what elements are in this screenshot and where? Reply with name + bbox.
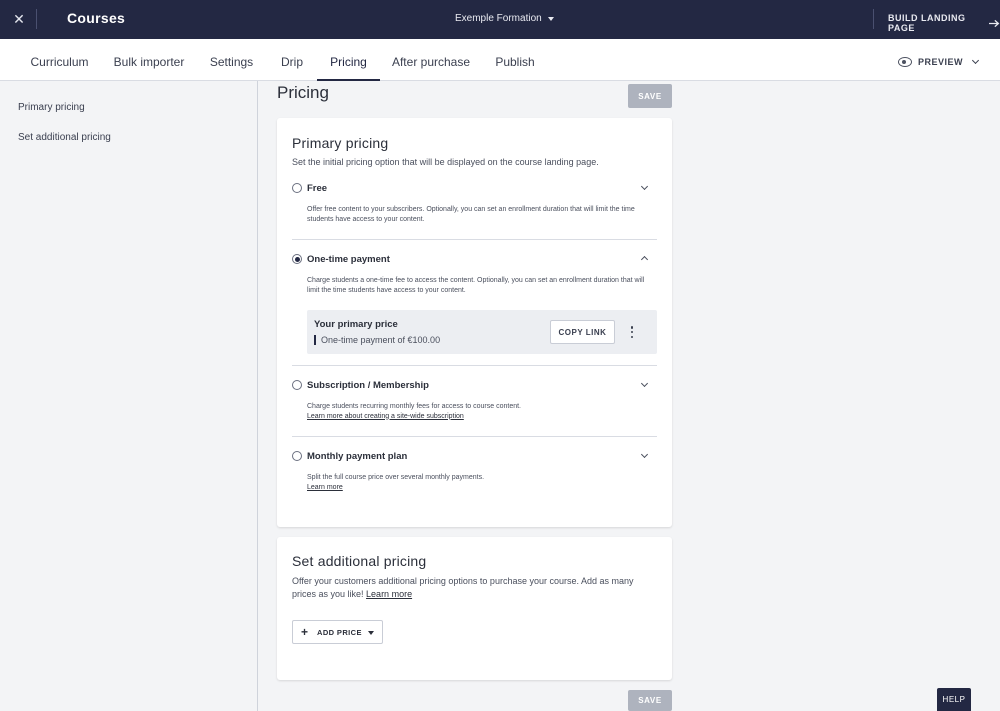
primary-pricing-heading: Primary pricing: [292, 135, 389, 151]
top-bar: ✕ Courses Exemple Formation BUILD LANDIN…: [0, 0, 1000, 39]
tab-settings[interactable]: Settings: [200, 39, 263, 81]
chevron-down-icon: [971, 56, 980, 65]
build-landing-page-label: BUILD LANDING PAGE: [888, 13, 966, 33]
tab-curriculum[interactable]: Curriculum: [18, 39, 101, 81]
save-button[interactable]: SAVE: [628, 84, 672, 108]
subscription-radio[interactable]: [292, 380, 302, 390]
caret-down-icon: [368, 631, 374, 635]
app-title: Courses: [67, 10, 126, 26]
course-selector[interactable]: Exemple Formation: [455, 13, 554, 24]
one-time-description: Charge students a one-time fee to access…: [307, 277, 645, 294]
chevron-down-icon[interactable]: [640, 182, 649, 191]
subscription-label[interactable]: Subscription / Membership: [307, 380, 429, 391]
eye-icon: [898, 57, 912, 67]
free-description: Offer free content to your subscribers. …: [307, 206, 635, 223]
subscription-description-text: Charge students recurring monthly fees f…: [307, 403, 521, 410]
primary-price-title: Your primary price: [314, 319, 398, 330]
one-time-radio[interactable]: [292, 254, 302, 264]
preview-label: PREVIEW: [918, 57, 964, 67]
caret-down-icon: [547, 16, 554, 21]
one-time-label[interactable]: One-time payment: [307, 254, 390, 265]
tabs-bar: Curriculum Bulk importer Settings Drip P…: [0, 39, 1000, 81]
build-landing-page-button[interactable]: BUILD LANDING PAGE: [888, 13, 1000, 33]
close-icon[interactable]: ✕: [11, 11, 27, 27]
sidebar-item-set-additional-pricing[interactable]: Set additional pricing: [18, 132, 111, 143]
sidebar-item-primary-pricing[interactable]: Primary pricing: [18, 102, 85, 113]
arrow-right-icon: [989, 19, 1000, 27]
subscription-learn-more-link[interactable]: Learn more about creating a site-wide su…: [307, 412, 647, 422]
add-price-label: ADD PRICE: [317, 628, 362, 637]
divider: [292, 436, 657, 437]
tab-pricing[interactable]: Pricing: [317, 39, 380, 81]
tab-after-purchase[interactable]: After purchase: [386, 39, 476, 81]
pricing-option-monthly-plan: Monthly payment plan Split the full cour…: [292, 450, 657, 510]
pricing-option-free: Free Offer free content to your subscrib…: [292, 182, 657, 242]
preview-button[interactable]: PREVIEW: [898, 56, 980, 67]
page-title: Pricing: [277, 83, 329, 102]
additional-learn-more-link[interactable]: Learn more: [366, 589, 412, 599]
primary-price-box: Your primary price One-time payment of €…: [307, 310, 657, 354]
primary-pricing-subtitle: Set the initial pricing option that will…: [292, 157, 599, 167]
monthly-plan-description: Split the full course price over several…: [307, 473, 647, 492]
monthly-plan-description-text: Split the full course price over several…: [307, 474, 485, 481]
help-button[interactable]: HELP: [937, 688, 971, 711]
save-button-bottom[interactable]: SAVE: [628, 690, 672, 711]
primary-price-value: One-time payment of €100.00: [314, 335, 440, 345]
divider: [292, 365, 657, 366]
divider: [873, 9, 874, 29]
primary-pricing-card: Primary pricing Set the initial pricing …: [277, 118, 672, 527]
add-price-button[interactable]: + ADD PRICE: [292, 620, 383, 644]
monthly-plan-label[interactable]: Monthly payment plan: [307, 451, 407, 462]
chevron-down-icon[interactable]: [640, 379, 649, 388]
chevron-up-icon[interactable]: [640, 255, 649, 264]
additional-pricing-heading: Set additional pricing: [292, 553, 427, 569]
free-radio[interactable]: [292, 183, 302, 193]
tab-drip[interactable]: Drip: [272, 39, 312, 81]
monthly-plan-radio[interactable]: [292, 451, 302, 461]
tab-publish[interactable]: Publish: [486, 39, 544, 81]
subscription-description: Charge students recurring monthly fees f…: [307, 402, 647, 421]
plus-icon: +: [301, 625, 309, 639]
additional-pricing-text-block: Offer your customers additional pricing …: [292, 575, 652, 601]
copy-link-button[interactable]: COPY LINK: [550, 320, 615, 344]
divider: [292, 239, 657, 240]
monthly-plan-learn-more-link[interactable]: Learn more: [307, 483, 647, 493]
sidebar: Primary pricing Set additional pricing: [0, 81, 258, 711]
additional-pricing-text: Offer your customers additional pricing …: [292, 576, 634, 599]
chevron-down-icon[interactable]: [640, 450, 649, 459]
free-label[interactable]: Free: [307, 183, 327, 194]
course-selector-label: Exemple Formation: [455, 13, 542, 24]
tab-bulk-importer[interactable]: Bulk importer: [108, 39, 190, 81]
additional-pricing-card: Set additional pricing Offer your custom…: [277, 537, 672, 680]
more-options-icon[interactable]: [629, 326, 635, 338]
divider: [36, 9, 37, 29]
pricing-option-subscription: Subscription / Membership Charge student…: [292, 379, 657, 439]
